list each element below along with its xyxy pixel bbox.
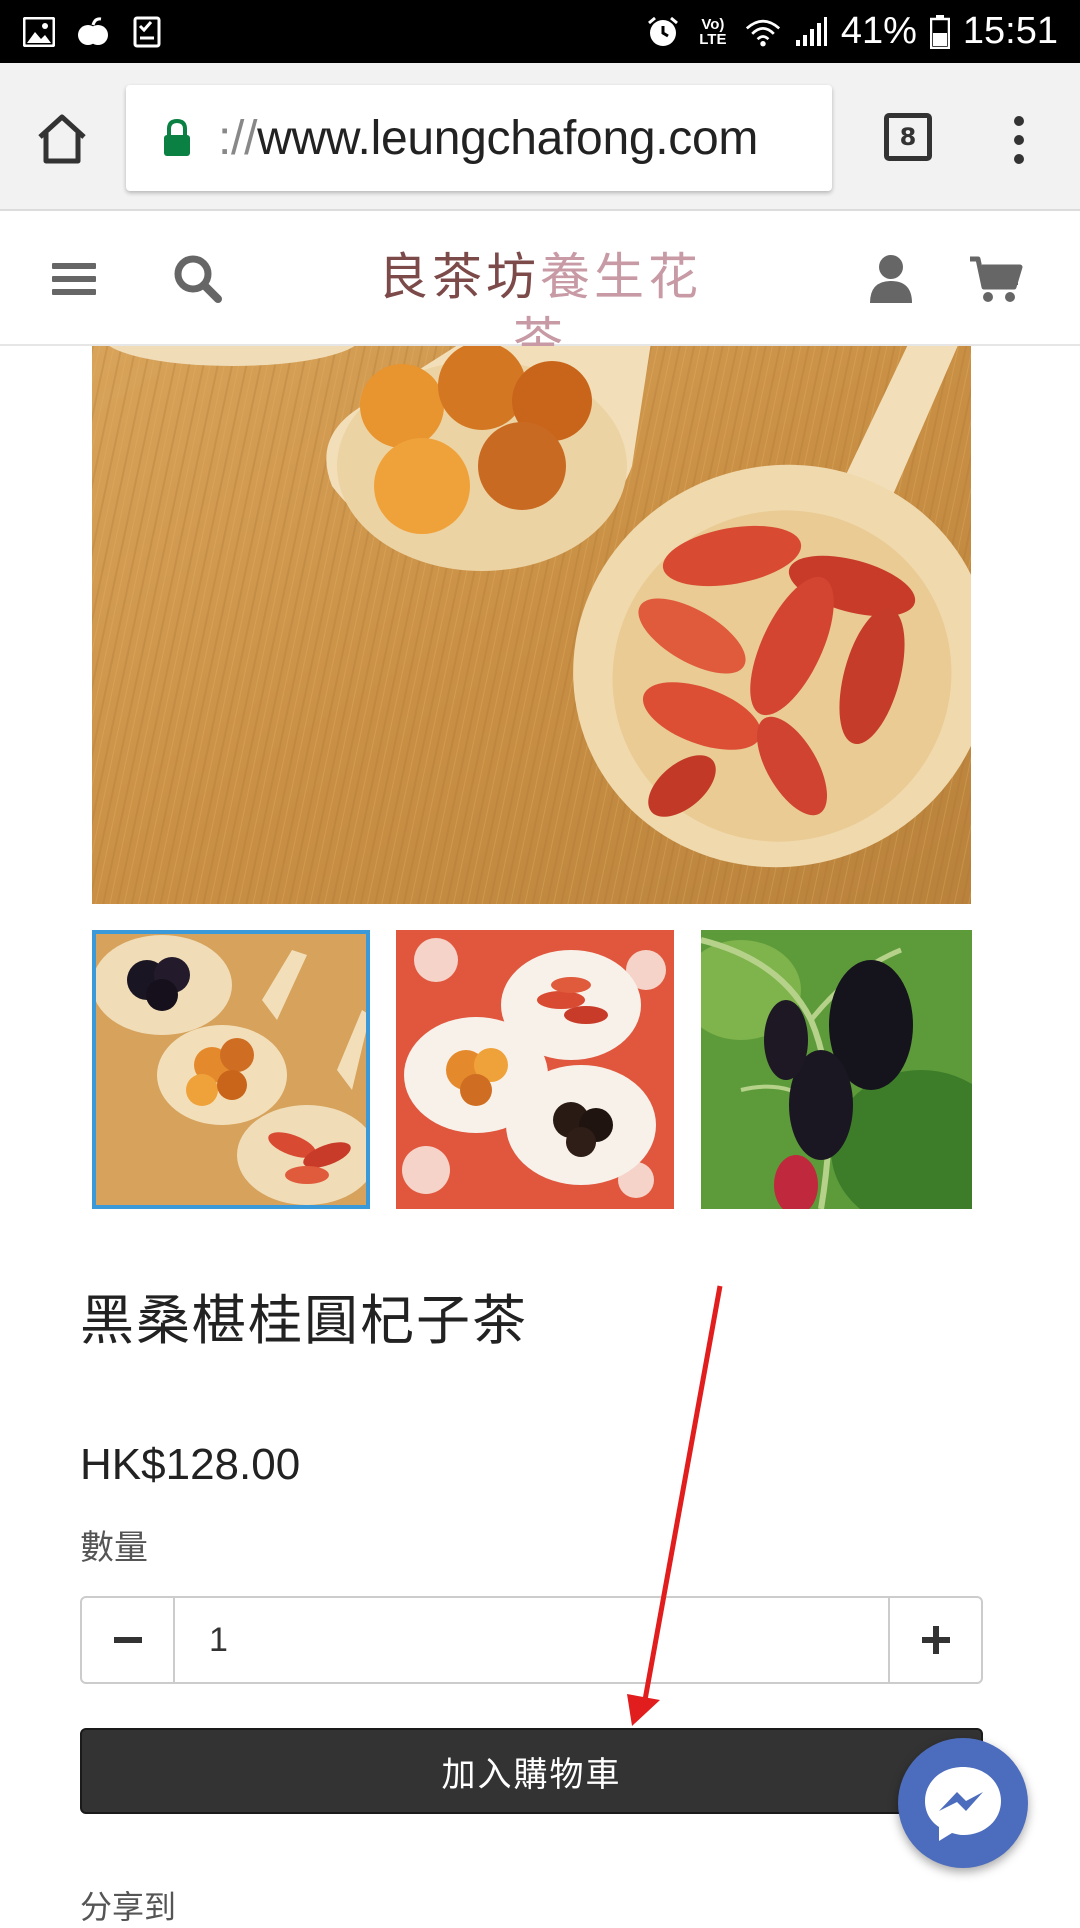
gallery-icon [22, 15, 56, 49]
home-icon[interactable] [32, 109, 92, 169]
quantity-input[interactable] [175, 1598, 888, 1682]
notification-icons [22, 15, 164, 49]
address-bar[interactable]: ://www.leungchafong.com [126, 85, 832, 191]
clock: 15:51 [962, 10, 1058, 52]
url-host: www.leungchafong.com [257, 111, 759, 165]
battery-icon [929, 14, 951, 49]
browser-toolbar: ://www.leungchafong.com 8 [0, 63, 1080, 211]
fruit-icon [76, 15, 110, 49]
quantity-increase-button[interactable] [888, 1598, 981, 1682]
thumbnail-3[interactable] [701, 930, 972, 1209]
site-header: 良茶坊養生花茶 [0, 211, 1080, 370]
lock-icon [162, 118, 192, 158]
url-text: ://www.leungchafong.com [218, 111, 758, 166]
wifi-icon [745, 15, 781, 49]
system-indicators: Vo) LTE 41% 15:51 [645, 10, 1058, 53]
messenger-chat-button[interactable] [898, 1738, 1028, 1868]
battery-percent: 41% [840, 10, 917, 52]
hamburger-menu-icon[interactable] [50, 251, 106, 307]
minus-icon [113, 1637, 142, 1643]
volte-indicator: Vo) LTE [699, 15, 727, 48]
product-main-image[interactable] [92, 346, 971, 904]
cart-icon[interactable] [968, 251, 1024, 307]
quantity-stepper [80, 1596, 983, 1684]
overflow-menu-icon[interactable] [1008, 115, 1030, 165]
add-to-cart-button[interactable]: 加入購物車 [80, 1728, 983, 1814]
product-title: 黑桑椹桂圓杞子茶 [80, 1291, 528, 1351]
logo-brand: 良茶坊 [378, 248, 540, 306]
product-price: HK$128.00 [80, 1440, 301, 1489]
url-scheme: :// [218, 111, 258, 165]
thumbnail-1[interactable] [92, 930, 370, 1209]
signal-icon [793, 15, 829, 49]
quantity-decrease-button[interactable] [82, 1598, 175, 1682]
checklist-icon [130, 15, 164, 49]
thumbnail-2[interactable] [396, 930, 674, 1209]
account-icon[interactable] [866, 251, 922, 307]
share-label: 分享到 [80, 1889, 177, 1925]
messenger-icon [925, 1767, 1001, 1841]
plus-icon [921, 1626, 950, 1654]
alarm-icon [645, 15, 681, 49]
quantity-label: 數量 [80, 1529, 148, 1567]
tab-switcher-button[interactable]: 8 [884, 113, 932, 161]
status-bar: Vo) LTE 41% 15:51 [0, 0, 1080, 63]
search-icon[interactable] [170, 251, 226, 307]
